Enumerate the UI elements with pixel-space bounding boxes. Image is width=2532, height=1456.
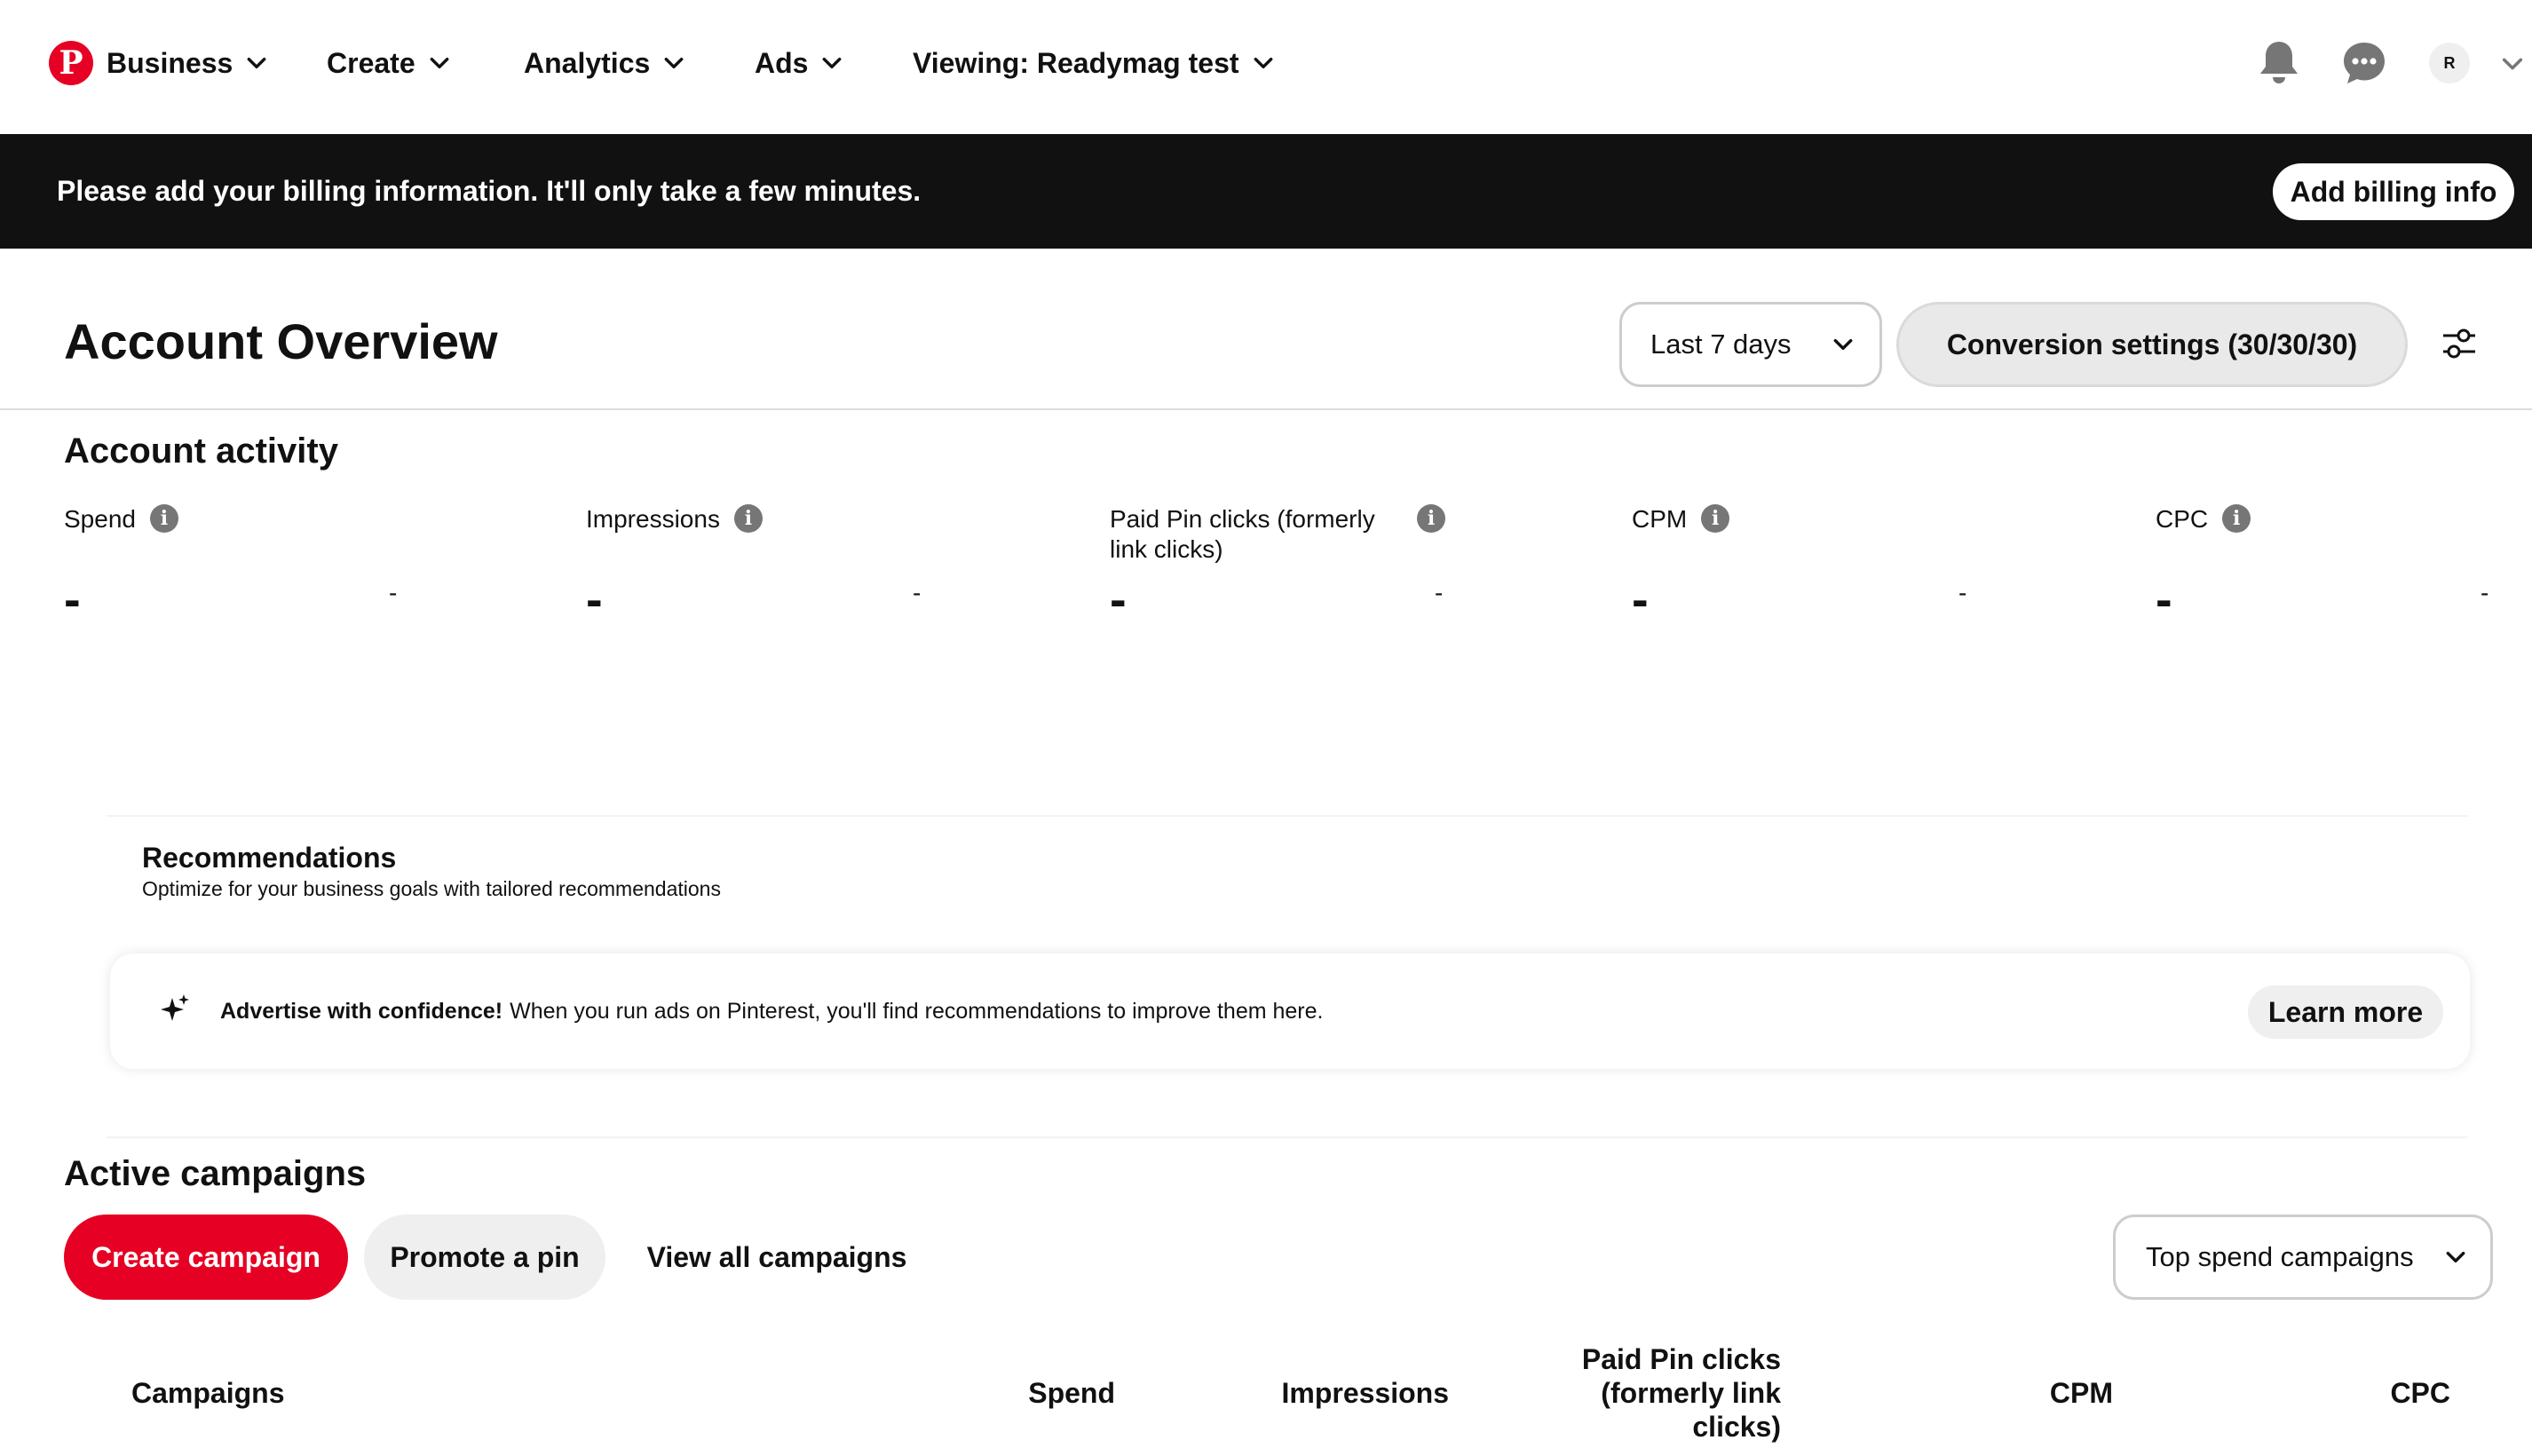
filter-settings-icon[interactable] bbox=[2440, 325, 2479, 364]
metric-cpm-change: - bbox=[1958, 579, 1967, 606]
recommendations-title: Recommendations bbox=[142, 842, 397, 874]
metric-label-row: CPC i bbox=[2156, 504, 2528, 534]
info-icon[interactable]: i bbox=[733, 504, 763, 533]
column-header-paid-pin-clicks[interactable]: Paid Pin clicks (formerly link clicks) bbox=[1566, 1342, 1781, 1444]
nav-account-label: Viewing: Readymag test bbox=[913, 46, 1239, 79]
recommendations-bottom-divider bbox=[107, 1136, 2468, 1138]
avatar-initial: R bbox=[2443, 53, 2456, 72]
metric-label-row: Paid Pin clicks (formerly link clicks) i bbox=[1110, 504, 1447, 565]
column-header-impressions[interactable]: Impressions bbox=[1243, 1376, 1449, 1410]
metric-spend-change: - bbox=[389, 579, 398, 606]
nav-create-menu[interactable]: Create bbox=[327, 39, 451, 87]
learn-more-button[interactable]: Learn more bbox=[2248, 985, 2443, 1039]
account-activity-title: Account activity bbox=[64, 431, 338, 471]
chevron-down-icon bbox=[1254, 57, 1272, 69]
metric-label: Paid Pin clicks (formerly link clicks) bbox=[1110, 505, 1375, 563]
nav-analytics-label: Analytics bbox=[524, 46, 651, 79]
metric-cpc-change: - bbox=[2481, 579, 2489, 606]
chevron-down-icon bbox=[823, 57, 842, 69]
recommendation-bold-text: Advertise with confidence! bbox=[220, 998, 503, 1024]
metric-label: CPM bbox=[1632, 505, 1688, 533]
chevron-down-icon bbox=[1833, 338, 1853, 351]
messages-icon[interactable] bbox=[2337, 36, 2392, 91]
metric-spend: Spend i bbox=[64, 504, 437, 534]
chevron-down-icon bbox=[430, 57, 449, 69]
nav-ads-menu[interactable]: Ads bbox=[755, 39, 843, 87]
metric-label: Impressions bbox=[586, 505, 720, 533]
add-billing-info-button[interactable]: Add billing info bbox=[2273, 163, 2514, 220]
recommendation-body-text: When you run ads on Pinterest, you'll fi… bbox=[510, 998, 1324, 1024]
metric-label-row: CPM i bbox=[1632, 504, 2005, 534]
promote-pin-button[interactable]: Promote a pin bbox=[364, 1215, 605, 1300]
info-icon[interactable]: i bbox=[1417, 504, 1445, 533]
nav-business-menu[interactable]: Business bbox=[107, 39, 268, 87]
conversion-settings-button[interactable]: Conversion settings (30/30/30) bbox=[1896, 302, 2408, 387]
nav-business-label: Business bbox=[107, 46, 233, 79]
campaign-sort-value: Top spend campaigns bbox=[2146, 1241, 2414, 1272]
chat-bubble-icon bbox=[2344, 43, 2385, 83]
metric-cpm: CPM i bbox=[1632, 504, 2005, 534]
metric-paid-pin-clicks-change: - bbox=[1435, 579, 1444, 606]
column-header-campaigns[interactable]: Campaigns bbox=[131, 1376, 284, 1410]
metric-paid-pin-clicks: Paid Pin clicks (formerly link clicks) i bbox=[1110, 504, 1447, 565]
column-header-cpc[interactable]: CPC bbox=[2344, 1376, 2450, 1410]
date-range-select[interactable]: Last 7 days bbox=[1619, 302, 1882, 387]
metric-impressions: Impressions i bbox=[586, 504, 959, 534]
metric-cpc: CPC i bbox=[2156, 504, 2528, 534]
create-campaign-button[interactable]: Create campaign bbox=[64, 1215, 348, 1300]
metric-paid-pin-clicks-value: - bbox=[1110, 571, 1127, 627]
recommendation-text: Advertise with confidence! When you run … bbox=[220, 954, 1323, 1069]
column-header-spend[interactable]: Spend bbox=[959, 1376, 1115, 1410]
recommendations-top-divider bbox=[107, 815, 2468, 817]
recommendation-card: Advertise with confidence! When you run … bbox=[110, 954, 2470, 1069]
column-header-cpm[interactable]: CPM bbox=[2006, 1376, 2113, 1410]
sparkle-icon bbox=[161, 994, 189, 1021]
metric-label: Spend bbox=[64, 505, 136, 533]
info-icon[interactable]: i bbox=[149, 504, 178, 533]
date-range-value: Last 7 days bbox=[1650, 328, 1792, 360]
notifications-bell-icon[interactable] bbox=[2251, 36, 2306, 91]
info-icon[interactable]: i bbox=[2222, 504, 2251, 533]
top-navigation: P Business Create Analytics Ads Viewing:… bbox=[0, 0, 2532, 134]
metric-label-row: Spend i bbox=[64, 504, 437, 534]
nav-create-label: Create bbox=[327, 46, 415, 79]
account-menu-chevron-down-icon[interactable] bbox=[2500, 51, 2525, 76]
campaign-sort-select[interactable]: Top spend campaigns bbox=[2113, 1215, 2493, 1300]
nav-account-switcher[interactable]: Viewing: Readymag test bbox=[913, 39, 1275, 87]
page-title: Account Overview bbox=[64, 313, 498, 369]
metric-spend-value: - bbox=[64, 571, 81, 627]
metric-label-row: Impressions i bbox=[586, 504, 959, 534]
nav-analytics-menu[interactable]: Analytics bbox=[524, 39, 685, 87]
chevron-down-icon bbox=[664, 57, 684, 69]
chevron-down-icon bbox=[2446, 1251, 2465, 1263]
metric-cpm-value: - bbox=[1632, 571, 1649, 627]
bell-icon bbox=[2260, 42, 2298, 83]
metric-impressions-change: - bbox=[913, 579, 922, 606]
metric-impressions-value: - bbox=[586, 571, 603, 627]
pinterest-logo-icon[interactable]: P bbox=[49, 41, 93, 85]
chevron-down-icon bbox=[247, 57, 266, 69]
header-divider bbox=[0, 408, 2532, 410]
billing-banner-text: Please add your billing information. It'… bbox=[57, 175, 922, 207]
metric-cpc-value: - bbox=[2156, 571, 2172, 627]
billing-banner: Please add your billing information. It'… bbox=[0, 134, 2532, 249]
user-avatar[interactable]: R bbox=[2429, 43, 2470, 83]
metric-label: CPC bbox=[2156, 505, 2209, 533]
nav-ads-label: Ads bbox=[755, 46, 809, 79]
recommendations-subtitle: Optimize for your business goals with ta… bbox=[142, 877, 721, 900]
active-campaigns-title: Active campaigns bbox=[64, 1154, 367, 1193]
info-icon[interactable]: i bbox=[1701, 504, 1730, 533]
view-all-campaigns-button[interactable]: View all campaigns bbox=[621, 1215, 932, 1300]
logo-glyph: P bbox=[59, 44, 83, 82]
